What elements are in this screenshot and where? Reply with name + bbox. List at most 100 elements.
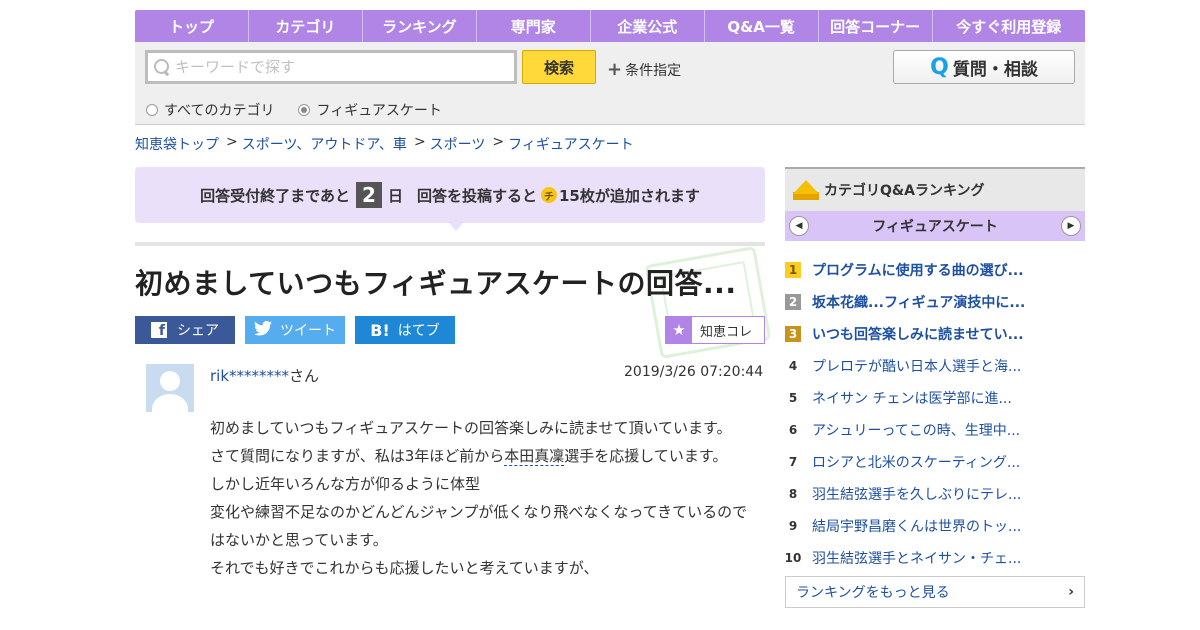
keyword-link[interactable]: 本田真凜 — [504, 447, 565, 466]
twitter-icon — [254, 320, 272, 340]
ask-question-button[interactable]: Q 質問・相談 — [893, 50, 1075, 84]
ranking-link[interactable]: 羽生結弦選手を久しぶりにテレ... — [812, 484, 1021, 504]
radio-label: すべてのカテゴリ — [164, 103, 275, 119]
body-line: それでも好きでこれからも応援したいと考えていますが、 — [210, 559, 599, 577]
days-unit: 日 — [387, 186, 403, 205]
ranking-link[interactable]: 羽生結弦選手とネイサン・チェ... — [812, 548, 1021, 568]
radio-label: フィギュアスケート — [316, 103, 442, 119]
ranking-link[interactable]: 結局宇野昌磨くんは世界のトッ... — [812, 516, 1021, 536]
ranking-link[interactable]: 坂本花織...フィギュア演技中に... — [812, 292, 1025, 312]
search-box[interactable] — [145, 50, 517, 84]
ranking-item[interactable]: 1 プログラムに使用する曲の選び... — [785, 254, 1085, 286]
ranking-item[interactable]: 5 ネイサン チェンは医学部に進... — [785, 382, 1085, 414]
nav-experts[interactable]: 専門家 — [477, 10, 591, 42]
breadcrumb-item[interactable]: 知恵袋トップ — [135, 134, 219, 154]
radio-dot — [146, 104, 158, 116]
nav-qa-list[interactable]: Q&A一覧 — [705, 10, 819, 42]
ranking-link[interactable]: ロシアと北米のスケーティング... — [812, 452, 1020, 472]
hatena-bookmark-button[interactable]: B! はてブ — [355, 316, 455, 344]
user-link[interactable]: rik******** — [210, 367, 289, 385]
prev-arrow-icon[interactable]: ◀ — [789, 216, 809, 236]
ranking-link[interactable]: アシュリーってこの時、生理中... — [812, 420, 1020, 440]
ranking-item[interactable]: 6 アシュリーってこの時、生理中... — [785, 414, 1085, 446]
nav-ranking[interactable]: ランキング — [363, 10, 477, 42]
ranking-link[interactable]: いつも回答楽しみに読ませてい... — [812, 324, 1024, 344]
rank-number: 1 — [785, 262, 801, 278]
rank-number: 4 — [788, 359, 798, 373]
coin-icon: チ — [541, 187, 557, 203]
category-scope: すべてのカテゴリ フィギュアスケート — [146, 100, 466, 120]
more-ranking-link[interactable]: ランキングをもっと見る › — [785, 576, 1085, 608]
ranking-item[interactable]: 10 羽生結弦選手とネイサン・チェ... — [785, 542, 1085, 574]
body-line: 変化や練習不足なのかどんどんジャンプが低くなり飛べなくなってきているのではないか… — [210, 503, 748, 549]
ranking-link[interactable]: プログラムに使用する曲の選び... — [812, 260, 1024, 280]
share-label: はてブ — [397, 323, 440, 339]
ranking-item[interactable]: 7 ロシアと北米のスケーティング... — [785, 446, 1085, 478]
ranking-link[interactable]: ネイサン チェンは医学部に進... — [812, 388, 1012, 408]
search-button[interactable]: 検索 — [522, 50, 596, 84]
chiekore-label: 知恵コレ — [700, 324, 753, 340]
ranking-link[interactable]: プレロテが酷い日本人選手と海... — [812, 356, 1021, 376]
search-input[interactable] — [175, 58, 495, 76]
notice-prefix: 回答受付終了まであと — [200, 186, 350, 205]
breadcrumb-item[interactable]: スポーツ — [430, 134, 486, 154]
rank-number: 2 — [785, 294, 801, 310]
ranking-item[interactable]: 3 いつも回答楽しみに読ませてい... — [785, 318, 1085, 350]
ask-question-label: 質問・相談 — [952, 59, 1038, 80]
body-line: さて質問になりますが、私は3年ほど前から本田真凜選手を応援しています。 — [210, 442, 750, 470]
ranking-title: カテゴリQ&Aランキング — [824, 183, 985, 199]
nav-category[interactable]: カテゴリ — [249, 10, 363, 42]
divider — [135, 242, 765, 246]
body-text: 選手を応援しています。 — [564, 447, 728, 465]
rank-number: 8 — [788, 487, 798, 501]
avatar — [146, 364, 194, 412]
breadcrumb-item[interactable]: スポーツ、アウトドア、車 — [242, 134, 407, 154]
body-line: 初めましていつもフィギュアスケートの回答楽しみに読ませて頂いています。 — [210, 419, 732, 437]
share-label: ツイート — [280, 323, 336, 339]
questioner: rik********さん — [210, 365, 319, 386]
nav-top[interactable]: トップ — [135, 10, 249, 42]
search-panel: 検索 + 条件指定 Q 質問・相談 すべてのカテゴリ フィギュアスケート — [135, 42, 1085, 125]
breadcrumb-item[interactable]: フィギュアスケート — [508, 134, 633, 154]
body-line: しかし近年いろんな方が仰るように体型 — [210, 475, 481, 493]
category-ranking: カテゴリQ&Aランキング ◀ フィギュアスケート ▶ 1 プログラムに使用する曲の… — [785, 167, 1085, 608]
chiekore-button[interactable]: ★ 知恵コレ — [665, 316, 765, 344]
rank-number: 3 — [785, 326, 801, 342]
search-icon — [154, 58, 171, 76]
facebook-share-button[interactable]: f シェア — [135, 316, 235, 344]
ranking-item[interactable]: 8 羽生結弦選手を久しぶりにテレ... — [785, 478, 1085, 510]
nav-register[interactable]: 今すぐ利用登録 — [933, 10, 1085, 42]
rank-number: 6 — [788, 423, 798, 437]
ranking-item[interactable]: 2 坂本花織...フィギュア演技中に... — [785, 286, 1085, 318]
breadcrumb: 知恵袋トップ > スポーツ、アウトドア、車 > スポーツ > フィギュアスケート — [135, 134, 634, 154]
notice-middle: 回答を投稿すると — [416, 186, 537, 205]
star-icon: ★ — [666, 317, 692, 343]
rank-number: 5 — [788, 391, 798, 405]
post-date: 2019/3/26 07:20:44 — [624, 364, 764, 380]
facebook-icon: f — [151, 322, 167, 338]
twitter-share-button[interactable]: ツイート — [245, 316, 345, 344]
radio-current-category[interactable]: フィギュアスケート — [298, 100, 442, 120]
notice-pointer — [449, 223, 463, 231]
nav-answer-corner[interactable]: 回答コーナー — [819, 10, 933, 42]
chevron-right-icon: › — [1068, 584, 1074, 600]
conditions-link[interactable]: + 条件指定 — [607, 59, 681, 80]
breadcrumb-separator: > — [492, 134, 505, 150]
nav-official[interactable]: 企業公式 — [591, 10, 705, 42]
rank-number: 9 — [788, 519, 798, 533]
ranking-item[interactable]: 9 結局宇野昌磨くんは世界のトッ... — [785, 510, 1085, 542]
crown-icon — [793, 180, 819, 200]
question-title: 初めましていつもフィギュアスケートの回答... — [135, 267, 737, 300]
answer-deadline-notice: 回答受付終了まであと 2 日 回答を投稿すると チ 15枚が追加されます — [135, 167, 765, 223]
ranking-item[interactable]: 4 プレロテが酷い日本人選手と海... — [785, 350, 1085, 382]
breadcrumb-separator: > — [226, 134, 238, 150]
question-body: 初めましていつもフィギュアスケートの回答楽しみに読ませて頂いています。 さて質問… — [210, 414, 750, 582]
ranking-list: 1 プログラムに使用する曲の選び... 2 坂本花織...フィギュア演技中に... … — [785, 254, 1085, 574]
body-text: さて質問になりますが、私は3年ほど前から — [210, 447, 505, 465]
rank-number: 10 — [784, 551, 802, 565]
more-ranking-label: ランキングをもっと見る — [796, 585, 950, 601]
plus-icon: + — [607, 59, 623, 80]
radio-all-categories[interactable]: すべてのカテゴリ — [146, 100, 274, 120]
next-arrow-icon[interactable]: ▶ — [1060, 216, 1081, 236]
ranking-category-switcher: ◀ フィギュアスケート ▶ — [785, 211, 1085, 241]
